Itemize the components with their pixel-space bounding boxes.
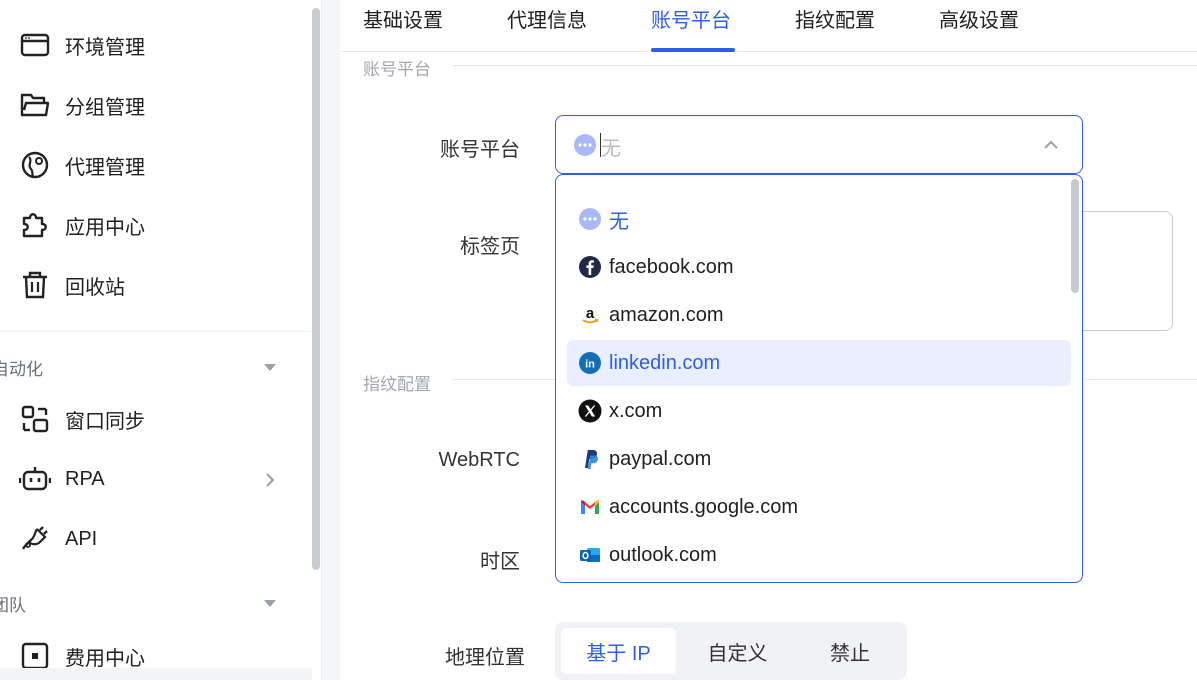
dropdown-option-facebook[interactable]: facebook.com bbox=[567, 244, 1071, 290]
sidebar-item-environment[interactable]: 环境管理 bbox=[0, 25, 300, 65]
option-label: 无 bbox=[609, 210, 629, 233]
dropdown-option-linkedin[interactable]: in linkedin.com bbox=[567, 340, 1071, 386]
timezone-label: 时区 bbox=[480, 551, 520, 573]
geolocation-option-block[interactable]: 禁止 bbox=[799, 628, 901, 674]
none-dots-icon bbox=[573, 133, 597, 162]
settings-tabs: 基础设置 代理信息 账号平台 指纹配置 高级设置 bbox=[340, 0, 1197, 52]
tab-fingerprint[interactable]: 指纹配置 bbox=[795, 4, 875, 34]
main-panel: 基础设置 代理信息 账号平台 指纹配置 高级设置 账号平台 账号平台 标签页 指… bbox=[340, 0, 1197, 680]
folder-icon bbox=[19, 89, 51, 121]
dropdown-option-paypal[interactable]: paypal.com bbox=[567, 436, 1071, 482]
sidebar-item-api[interactable]: API bbox=[0, 519, 300, 559]
amazon-icon: a bbox=[578, 303, 602, 327]
section-title: 自动化 bbox=[0, 359, 43, 379]
account-platform-select[interactable]: 无 bbox=[555, 115, 1083, 174]
sidebar-item-rpa[interactable]: RPA bbox=[0, 459, 300, 499]
sidebar-item-label: 窗口同步 bbox=[65, 410, 145, 433]
option-label: amazon.com bbox=[609, 303, 724, 326]
sidebar-section-automation[interactable]: 自动化 bbox=[0, 352, 300, 382]
tab-account-platform[interactable]: 账号平台 bbox=[651, 4, 731, 34]
dropdown-option-google-accounts[interactable]: accounts.google.com bbox=[567, 484, 1071, 530]
trash-icon bbox=[19, 269, 51, 301]
text-cursor bbox=[600, 133, 601, 157]
sidebar-item-label: API bbox=[65, 527, 98, 550]
geolocation-option-custom[interactable]: 自定义 bbox=[680, 628, 795, 674]
puzzle-icon bbox=[19, 209, 51, 241]
option-label: paypal.com bbox=[609, 447, 712, 470]
chevron-down-icon bbox=[264, 363, 276, 371]
tab-proxy-info[interactable]: 代理信息 bbox=[507, 4, 587, 34]
sidebar-item-proxy[interactable]: 代理管理 bbox=[0, 145, 300, 185]
section-title: 团队 bbox=[0, 595, 26, 615]
geolocation-option-ip[interactable]: 基于 IP bbox=[561, 628, 676, 674]
sidebar-item-label: 环境管理 bbox=[65, 36, 145, 59]
dropdown-scrollbar[interactable] bbox=[1071, 179, 1079, 293]
robot-icon bbox=[19, 463, 51, 495]
geolocation-segmented-control: 基于 IP 自定义 禁止 bbox=[555, 622, 907, 680]
sidebar-scrollbar[interactable] bbox=[312, 8, 320, 570]
sidebar-item-label: 应用中心 bbox=[65, 216, 145, 239]
sidebar-item-label: 回收站 bbox=[65, 276, 125, 299]
sidebar-section-team[interactable]: 团队 bbox=[0, 588, 300, 618]
facebook-icon bbox=[578, 255, 602, 279]
account-platform-label: 账号平台 bbox=[440, 139, 520, 161]
option-label: accounts.google.com bbox=[609, 495, 799, 518]
globe-pin-icon bbox=[19, 149, 51, 181]
chevron-down-icon bbox=[264, 599, 276, 607]
window-sync-icon bbox=[19, 403, 51, 435]
paypal-icon bbox=[578, 447, 602, 471]
option-label: linkedin.com bbox=[609, 351, 721, 374]
dropdown-option-amazon[interactable]: a amazon.com bbox=[567, 292, 1071, 338]
x-icon bbox=[578, 399, 602, 423]
tab-basic-settings[interactable]: 基础设置 bbox=[363, 4, 443, 34]
sidebar-item-label: RPA bbox=[65, 467, 105, 490]
none-dots-icon bbox=[578, 207, 602, 231]
dropdown-option-x[interactable]: x.com bbox=[567, 388, 1071, 434]
chevron-right-icon bbox=[262, 471, 278, 487]
sidebar-item-label: 代理管理 bbox=[65, 156, 145, 179]
sidebar-item-groups[interactable]: 分组管理 bbox=[0, 85, 300, 125]
dropdown-option-outlook[interactable]: outlook.com bbox=[567, 532, 1071, 578]
content-gutter bbox=[322, 0, 340, 680]
group-divider bbox=[452, 65, 1197, 66]
sidebar: 环境管理 分组管理 代理管理 应用中心 回收站 自动化 窗口同步 bbox=[0, 0, 322, 680]
svg-text:a: a bbox=[586, 305, 595, 322]
option-label: x.com bbox=[609, 399, 663, 422]
webrtc-label: WebRTC bbox=[438, 449, 520, 471]
sidebar-item-label: 费用中心 bbox=[65, 647, 145, 670]
group-title-fingerprint: 指纹配置 bbox=[363, 370, 439, 395]
select-value: 无 bbox=[601, 138, 621, 160]
chevron-up-icon[interactable] bbox=[1042, 136, 1060, 159]
outlook-icon bbox=[578, 543, 602, 567]
svg-text:in: in bbox=[585, 359, 595, 371]
browser-window-icon bbox=[19, 29, 51, 61]
account-platform-dropdown: 无 facebook.com a amazon.com in linkedin.… bbox=[555, 174, 1083, 583]
tab-advanced-settings[interactable]: 高级设置 bbox=[939, 4, 1019, 34]
plug-icon bbox=[19, 523, 51, 555]
sidebar-item-recycle-bin[interactable]: 回收站 bbox=[0, 265, 300, 305]
linkedin-icon: in bbox=[578, 351, 602, 375]
group-title-account-platform: 账号平台 bbox=[363, 55, 439, 80]
sidebar-divider bbox=[0, 331, 312, 332]
option-label: outlook.com bbox=[609, 543, 717, 566]
sidebar-item-app-center[interactable]: 应用中心 bbox=[0, 205, 300, 245]
sidebar-item-window-sync[interactable]: 窗口同步 bbox=[0, 399, 300, 439]
option-label: facebook.com bbox=[609, 255, 734, 278]
sidebar-bottom-shade bbox=[0, 668, 312, 680]
tabs-label: 标签页 bbox=[460, 236, 520, 258]
geolocation-label: 地理位置 bbox=[445, 647, 525, 669]
gmail-icon bbox=[578, 495, 602, 519]
dropdown-option-none[interactable]: 无 bbox=[567, 196, 1071, 242]
active-tab-indicator bbox=[651, 48, 735, 52]
sidebar-item-label: 分组管理 bbox=[65, 96, 145, 119]
